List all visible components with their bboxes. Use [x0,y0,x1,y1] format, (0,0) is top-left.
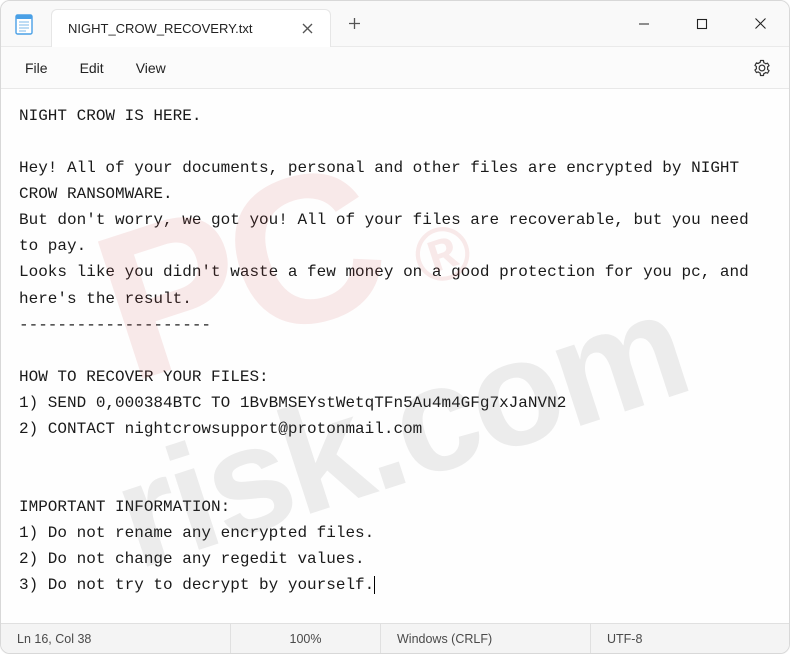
document-text: NIGHT CROW IS HERE. Hey! All of your doc… [19,107,758,594]
minimize-button[interactable] [615,1,673,46]
window-controls [615,1,789,46]
settings-button[interactable] [743,53,781,83]
status-line-ending: Windows (CRLF) [381,624,591,653]
close-tab-button[interactable] [296,18,318,40]
status-zoom[interactable]: 100% [231,624,381,653]
titlebar: NIGHT_CROW_RECOVERY.txt [1,1,789,47]
menu-file[interactable]: File [9,54,64,82]
menu-view[interactable]: View [120,54,182,82]
status-encoding: UTF-8 [591,624,789,653]
text-editor[interactable]: NIGHT CROW IS HERE. Hey! All of your doc… [1,89,789,623]
close-window-button[interactable] [731,1,789,46]
maximize-icon [696,18,708,30]
menubar: File Edit View [1,47,789,89]
notepad-icon [14,13,34,35]
file-tab[interactable]: NIGHT_CROW_RECOVERY.txt [51,9,331,47]
menu-edit[interactable]: Edit [64,54,120,82]
close-icon [754,17,767,30]
status-cursor-position: Ln 16, Col 38 [1,624,231,653]
titlebar-drag-area[interactable] [377,1,615,46]
minimize-icon [638,18,650,30]
gear-icon [753,59,771,77]
text-caret [374,576,375,594]
close-icon [302,23,313,34]
plus-icon [348,17,361,30]
tab-title: NIGHT_CROW_RECOVERY.txt [68,21,286,36]
app-icon [1,1,47,46]
new-tab-button[interactable] [331,1,377,46]
statusbar: Ln 16, Col 38 100% Windows (CRLF) UTF-8 [1,623,789,653]
maximize-button[interactable] [673,1,731,46]
notepad-window: NIGHT_CROW_RECOVERY.txt [0,0,790,654]
